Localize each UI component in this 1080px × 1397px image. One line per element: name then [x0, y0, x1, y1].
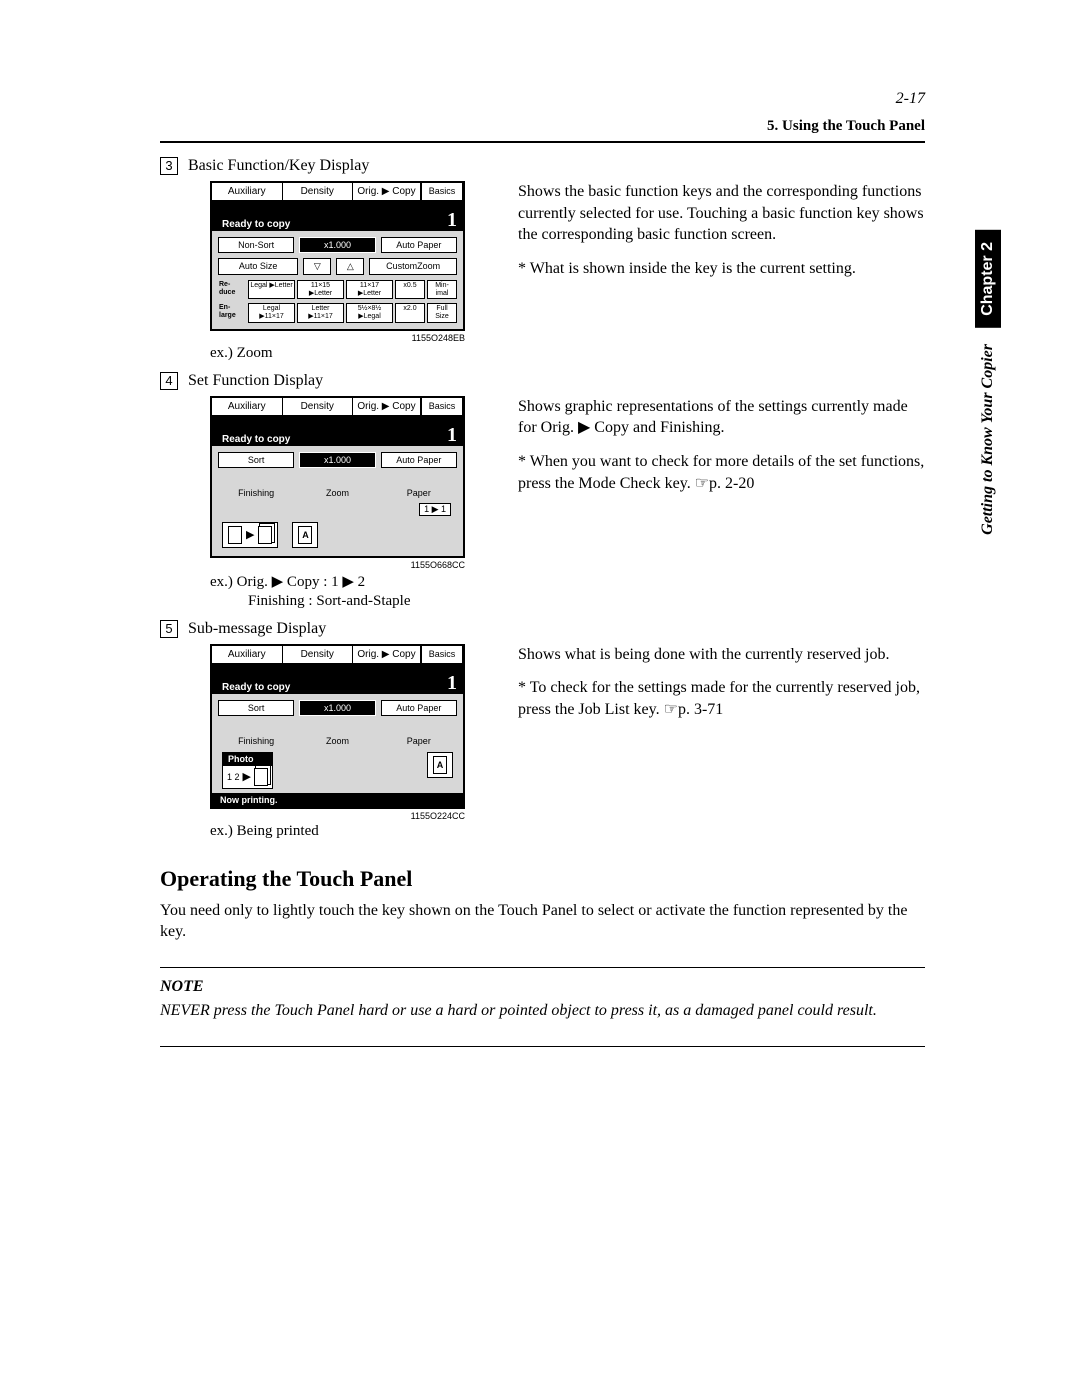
label-zoom: Zoom — [299, 734, 375, 746]
key-zoom-value[interactable]: x1.000 — [299, 237, 375, 253]
key-non-sort[interactable]: Non-Sort — [218, 237, 294, 253]
desc-4: Shows graphic representations of the set… — [518, 396, 925, 439]
tab-orig-copy[interactable]: Orig. ▶ Copy — [353, 398, 421, 415]
reduce-key-4[interactable]: x0.5 — [395, 280, 425, 299]
note-head: NOTE — [160, 978, 925, 996]
key-auto-paper[interactable]: Auto Paper — [381, 237, 457, 253]
item-label-4: Set Function Display — [188, 372, 323, 390]
item-number-4: 4 — [160, 372, 178, 390]
key-auto-paper[interactable]: Auto Paper — [381, 700, 457, 716]
reduce-key-1[interactable]: Legal ▶Letter — [248, 280, 295, 299]
item-label-3: Basic Function/Key Display — [188, 157, 369, 175]
tab-auxiliary[interactable]: Auxiliary — [212, 398, 283, 415]
label-paper: Paper — [381, 486, 457, 498]
example-4-line2: Finishing : Sort-and-Staple — [248, 593, 411, 609]
label-finishing: Finishing — [218, 486, 294, 498]
desc-3: Shows the basic function keys and the co… — [518, 181, 925, 246]
arrow-icon: ▶ — [246, 528, 254, 541]
touch-panel-submsg: Auxiliary Density Orig. ▶ Copy Basics Re… — [210, 644, 465, 809]
paper-icon-group — [292, 522, 318, 548]
page-seq-label: 1 2 — [227, 772, 240, 782]
star-note-5: * To check for the settings made for the… — [518, 677, 925, 720]
key-sort[interactable]: Sort — [218, 700, 294, 716]
sub-message-bar: Now printing. — [212, 793, 463, 807]
note-body: NEVER press the Touch Panel hard or use … — [160, 1000, 925, 1022]
note-bottom-rule — [160, 1046, 925, 1047]
item-number-3: 3 — [160, 157, 178, 175]
reduce-key-min[interactable]: Min- imal — [427, 280, 457, 299]
enlarge-key-3[interactable]: 5½×8½ ▶Legal — [346, 303, 393, 322]
label-zoom: Zoom — [299, 486, 375, 498]
tab-orig-copy[interactable]: Orig. ▶ Copy — [353, 183, 421, 200]
image-code-4: 1155O668CC — [210, 560, 465, 570]
example-3: ex.) Zoom — [210, 345, 490, 362]
photo-icons: 1 2 ▶ — [222, 765, 273, 789]
page-icon — [228, 526, 242, 544]
touch-panel-basic: Auxiliary Density Orig. ▶ Copy Basics Re… — [210, 181, 465, 331]
paper-icon-group — [427, 752, 453, 778]
tab-auxiliary[interactable]: Auxiliary — [212, 183, 283, 200]
tab-orig-copy[interactable]: Orig. ▶ Copy — [353, 646, 421, 663]
finishing-icon-group: ▶ — [222, 522, 278, 548]
image-code-5: 1155O224CC — [210, 811, 465, 821]
star-note-4: * When you want to check for more detail… — [518, 451, 925, 494]
enlarge-key-4[interactable]: x2.0 — [395, 303, 425, 322]
section-header: 5. Using the Touch Panel — [160, 118, 925, 135]
enlarge-label: En- large — [218, 303, 246, 322]
item-label-5: Sub-message Display — [188, 620, 326, 638]
photo-label: Photo — [222, 752, 273, 765]
arrow-icon: ▶ — [243, 770, 251, 783]
reduce-label: Re- duce — [218, 280, 246, 299]
operating-body: You need only to lightly touch the key s… — [160, 900, 925, 943]
operating-title: Operating the Touch Panel — [160, 866, 925, 892]
touch-panel-setfn: Auxiliary Density Orig. ▶ Copy Basics Re… — [210, 396, 465, 558]
copy-count: 1 — [447, 673, 457, 693]
example-5: ex.) Being printed — [210, 823, 490, 840]
pages-stack-icon — [254, 768, 268, 786]
copy-count: 1 — [447, 425, 457, 445]
tab-basics[interactable]: Basics — [421, 646, 463, 663]
image-code-3: 1155O248EB — [210, 333, 465, 343]
key-zoom-value[interactable]: x1.000 — [299, 452, 375, 468]
paper-a-icon — [298, 526, 312, 544]
key-up-icon[interactable]: △ — [336, 258, 364, 275]
status-text: Ready to copy — [222, 434, 290, 445]
tab-basics[interactable]: Basics — [421, 183, 463, 200]
key-down-icon[interactable]: ▽ — [303, 258, 331, 275]
copy-count: 1 — [447, 210, 457, 230]
enlarge-key-1[interactable]: Legal ▶11×17 — [248, 303, 295, 322]
key-auto-size[interactable]: Auto Size — [218, 258, 298, 275]
tab-auxiliary[interactable]: Auxiliary — [212, 646, 283, 663]
enlarge-key-full[interactable]: Full Size — [427, 303, 457, 322]
enlarge-key-2[interactable]: Letter ▶11×17 — [297, 303, 344, 322]
status-text: Ready to copy — [222, 682, 290, 693]
label-paper: Paper — [381, 734, 457, 746]
reduce-key-2[interactable]: 11×15 ▶Letter — [297, 280, 344, 299]
status-text: Ready to copy — [222, 219, 290, 230]
desc-5: Shows what is being done with the curren… — [518, 644, 925, 666]
pages-stack-icon — [258, 526, 272, 544]
key-sort[interactable]: Sort — [218, 452, 294, 468]
note-top-rule — [160, 967, 925, 968]
label-finishing: Finishing — [218, 734, 294, 746]
tab-density[interactable]: Density — [283, 398, 354, 415]
paper-a-icon — [433, 756, 447, 774]
key-custom-zoom[interactable]: CustomZoom — [369, 258, 457, 275]
reduce-key-3[interactable]: 11×17 ▶Letter — [346, 280, 393, 299]
star-note-3: * What is shown inside the key is the cu… — [518, 258, 925, 280]
tab-density[interactable]: Density — [283, 183, 354, 200]
tab-density[interactable]: Density — [283, 646, 354, 663]
key-auto-paper[interactable]: Auto Paper — [381, 452, 457, 468]
tab-basics[interactable]: Basics — [421, 398, 463, 415]
header-rule — [160, 141, 925, 143]
key-zoom-value[interactable]: x1.000 — [299, 700, 375, 716]
orig-copy-badge: 1 ▶ 1 — [419, 503, 451, 516]
page-number: 2-17 — [160, 90, 925, 108]
item-number-5: 5 — [160, 620, 178, 638]
example-4-line1: ex.) Orig. ▶ Copy : 1 ▶ 2 — [210, 572, 490, 591]
